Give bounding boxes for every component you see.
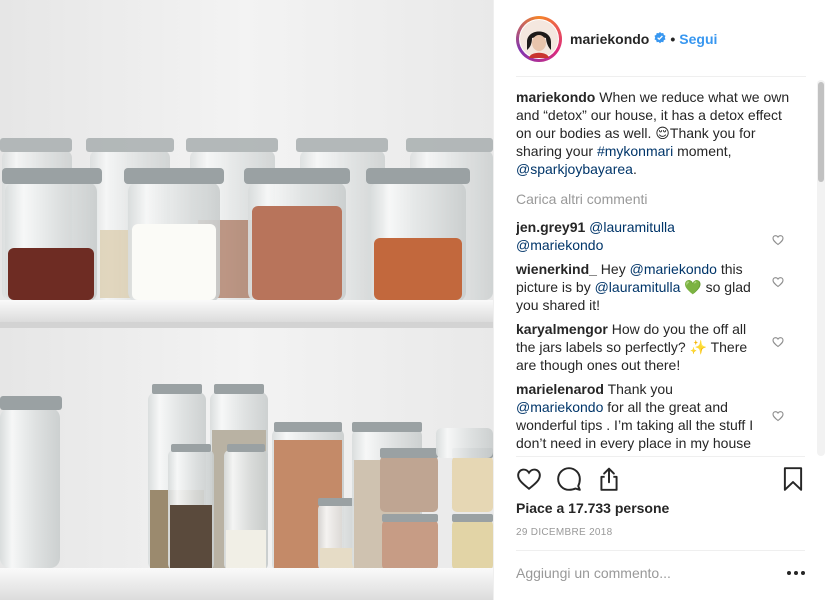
post-side-panel: mariekondo • Segui mariekondo When we re… [493, 0, 827, 600]
mention-link[interactable]: @mariekondo [516, 237, 603, 253]
comment-username[interactable]: jen.grey91 [516, 219, 585, 235]
follow-button[interactable]: Segui [679, 31, 717, 47]
comments-list[interactable]: mariekondo When we reduce what we own an… [516, 88, 798, 456]
bookmark-icon[interactable] [780, 466, 806, 495]
comment-username[interactable]: wienerkind_ [516, 261, 597, 277]
heart-icon[interactable] [516, 466, 542, 495]
mention-link[interactable]: @mariekondo [630, 261, 717, 277]
comment-like-icon[interactable] [772, 232, 784, 250]
caption-end: . [632, 161, 637, 177]
separator-dot: • [670, 30, 676, 47]
post-actions-bar [516, 466, 806, 494]
mention-link[interactable]: @sparkjoybayarea [516, 161, 633, 177]
comment-username[interactable]: marielenarod [516, 381, 604, 397]
share-icon[interactable] [596, 466, 622, 495]
post-caption: mariekondo When we reduce what we own an… [516, 88, 798, 178]
mention-link[interactable]: @mariekondo [516, 399, 603, 415]
comments-scrollbar[interactable] [817, 80, 825, 456]
comment-text: Thank you [603, 381, 673, 397]
comment-item: wienerkind_ Hey @mariekondo this picture… [516, 260, 798, 314]
comment-username[interactable]: karyalmengor [516, 321, 608, 337]
mention-link[interactable]: @lauramitulla [589, 219, 675, 235]
post-photo[interactable] [0, 0, 493, 600]
comment-icon[interactable] [556, 466, 582, 495]
more-options-icon[interactable] [784, 562, 808, 584]
actions-divider [516, 456, 805, 457]
likes-count[interactable]: Piace a 17.733 persone [516, 500, 669, 516]
add-comment-input[interactable] [516, 562, 766, 584]
author-avatar[interactable] [516, 15, 562, 62]
post-date[interactable]: 29 dicembre 2018 [516, 527, 613, 538]
comment-box-divider [516, 550, 805, 551]
verified-badge-icon [654, 31, 666, 47]
comment-item: jen.grey91 @lauramitulla @mariekondo [516, 218, 798, 254]
author-username[interactable]: mariekondo [570, 31, 649, 47]
pantry-jars-image [0, 0, 493, 600]
comment-item: marielenarod Thank you @mariekondo for a… [516, 380, 798, 456]
comment-like-icon[interactable] [772, 334, 784, 352]
profile-photo-icon [520, 19, 558, 58]
load-more-comments-button[interactable]: Carica altri commenti [516, 190, 798, 208]
comment-text: Hey [596, 261, 630, 277]
comment-like-icon[interactable] [772, 408, 784, 426]
post-header: mariekondo • Segui [494, 0, 827, 77]
caption-text-2: moment, [673, 143, 732, 159]
header-divider [516, 76, 806, 77]
mention-link[interactable]: @lauramitulla [595, 279, 681, 295]
caption-username[interactable]: mariekondo [516, 89, 595, 105]
comment-like-icon[interactable] [772, 274, 784, 292]
comment-item: karyalmengor How do you the off all the … [516, 320, 798, 374]
hashtag-link[interactable]: #mykonmari [597, 143, 673, 159]
scrollbar-thumb[interactable] [818, 82, 824, 182]
